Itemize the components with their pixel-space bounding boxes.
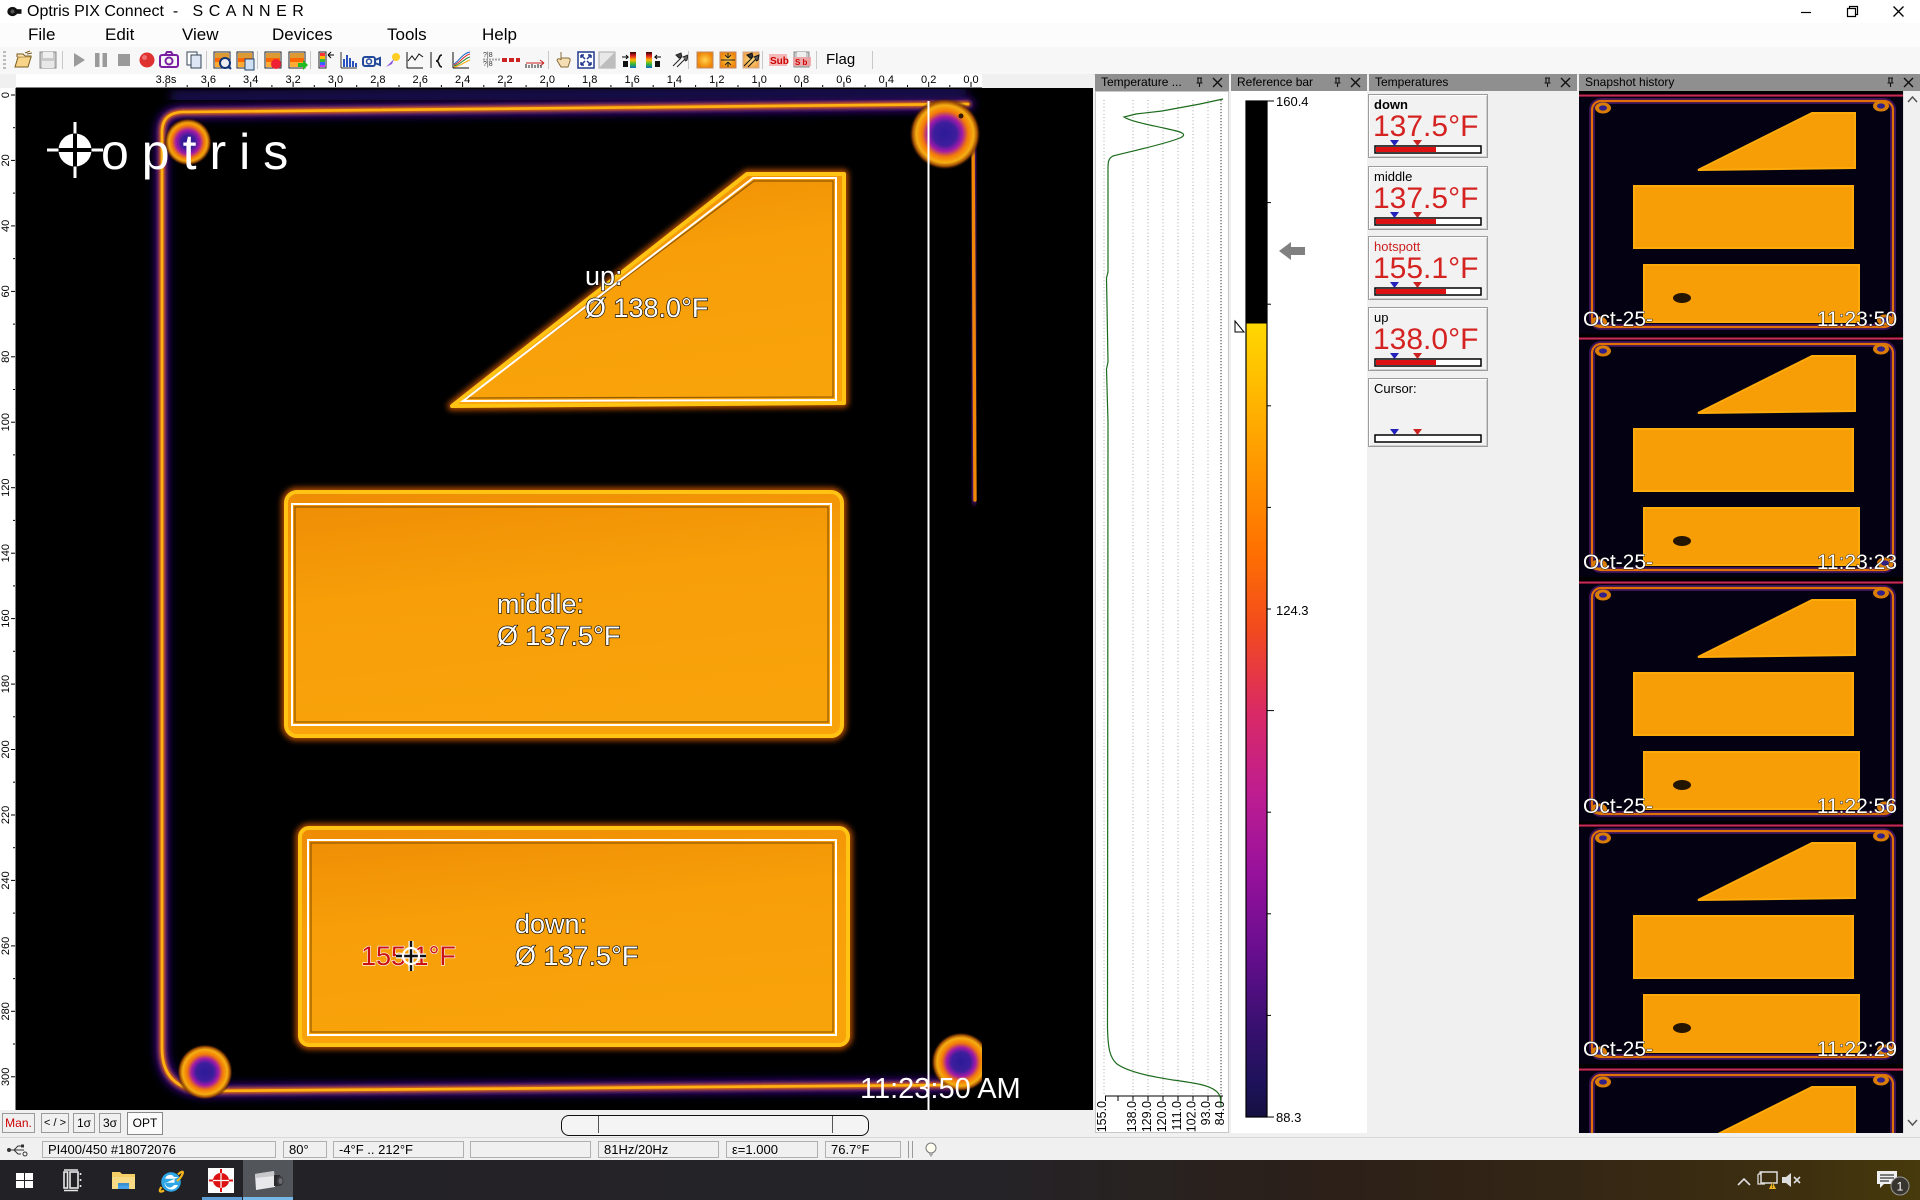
svg-text:3.6: 3.6 [201, 74, 216, 86]
svg-text:100: 100 [0, 413, 12, 431]
svg-text:11:23:23: 11:23:23 [1817, 551, 1897, 574]
svg-text:129.0: 129.0 [1140, 1101, 1154, 1132]
svg-text:11:22:29: 11:22:29 [1817, 1038, 1897, 1061]
svg-text:160: 160 [0, 609, 12, 627]
svg-text:0.2: 0.2 [921, 74, 936, 86]
svg-text:20: 20 [0, 154, 12, 166]
svg-text:Oct-25-: Oct-25- [1583, 308, 1653, 331]
svg-text:1.0: 1.0 [752, 74, 767, 86]
svg-text:3.4: 3.4 [243, 74, 258, 86]
svg-text:1.2: 1.2 [709, 74, 724, 86]
svg-text:Oct-25-: Oct-25- [1583, 1038, 1653, 1061]
svg-text:124.3: 124.3 [1276, 603, 1309, 618]
svg-text:?|8: ?|8 [483, 52, 493, 59]
svg-text:middle:: middle: [497, 589, 584, 619]
svg-text:155.0: 155.0 [1096, 1101, 1109, 1132]
svg-text:S b: S b [795, 58, 808, 67]
svg-text:240: 240 [0, 871, 12, 889]
svg-text:80: 80 [0, 351, 12, 363]
svg-text:260: 260 [0, 937, 12, 955]
svg-text:2.8: 2.8 [370, 74, 385, 86]
svg-text:11:23:50: 11:23:50 [1817, 308, 1897, 331]
svg-text:3.8s: 3.8s [156, 74, 177, 86]
svg-text:optris: optris [101, 124, 301, 180]
svg-text:Ø 137.5°F: Ø 137.5°F [515, 941, 638, 971]
svg-text:88.3: 88.3 [1276, 1110, 1301, 1125]
svg-text:1: 1 [1897, 1180, 1904, 1194]
svg-text:102.0: 102.0 [1185, 1101, 1199, 1132]
svg-text:Sub: Sub [770, 56, 789, 67]
svg-text:2.6: 2.6 [413, 74, 428, 86]
svg-text:1.8: 1.8 [582, 74, 597, 86]
svg-text:0.0: 0.0 [963, 74, 978, 86]
svg-text:Ø 137.5°F: Ø 137.5°F [497, 621, 620, 651]
svg-text:138.0: 138.0 [1125, 1101, 1139, 1132]
svg-text:120: 120 [0, 479, 12, 497]
svg-text:up:: up: [585, 261, 623, 291]
svg-text:180: 180 [0, 675, 12, 693]
svg-text:0.8: 0.8 [794, 74, 809, 86]
svg-text:2.4: 2.4 [455, 74, 470, 86]
svg-text:220: 220 [0, 806, 12, 824]
svg-text:0.4: 0.4 [879, 74, 894, 86]
svg-text:160.4: 160.4 [1276, 94, 1309, 109]
svg-text:Oct-25-: Oct-25- [1583, 795, 1653, 818]
svg-text:?|8: ?|8 [483, 61, 493, 68]
svg-text:1.6: 1.6 [624, 74, 639, 86]
svg-text:111.0: 111.0 [1170, 1101, 1184, 1130]
svg-text:11:22:56: 11:22:56 [1817, 795, 1897, 818]
svg-text:140: 140 [0, 544, 12, 562]
svg-text:11:23:50 AM: 11:23:50 AM [860, 1073, 1021, 1105]
svg-text:1.4: 1.4 [667, 74, 682, 86]
svg-text:3.0: 3.0 [328, 74, 343, 86]
svg-text:200: 200 [0, 740, 12, 758]
svg-text:0.6: 0.6 [836, 74, 851, 86]
svg-text:Oct-25-: Oct-25- [1583, 551, 1653, 574]
svg-text:120.0: 120.0 [1155, 1101, 1169, 1132]
svg-text:40: 40 [0, 220, 12, 232]
svg-text:!: ! [1771, 1184, 1773, 1190]
svg-text:280: 280 [0, 1002, 12, 1020]
svg-text:2.2: 2.2 [497, 74, 512, 86]
svg-text:3.2: 3.2 [285, 74, 300, 86]
svg-text:down:: down: [515, 909, 587, 939]
svg-text:60: 60 [0, 285, 12, 297]
svg-text:300: 300 [0, 1068, 12, 1086]
svg-text:2.0: 2.0 [540, 74, 555, 86]
svg-text:93.0: 93.0 [1199, 1101, 1213, 1125]
svg-text:0: 0 [0, 92, 12, 98]
svg-text:84.0: 84.0 [1213, 1101, 1227, 1125]
svg-text:Ø 138.0°F: Ø 138.0°F [585, 293, 708, 323]
